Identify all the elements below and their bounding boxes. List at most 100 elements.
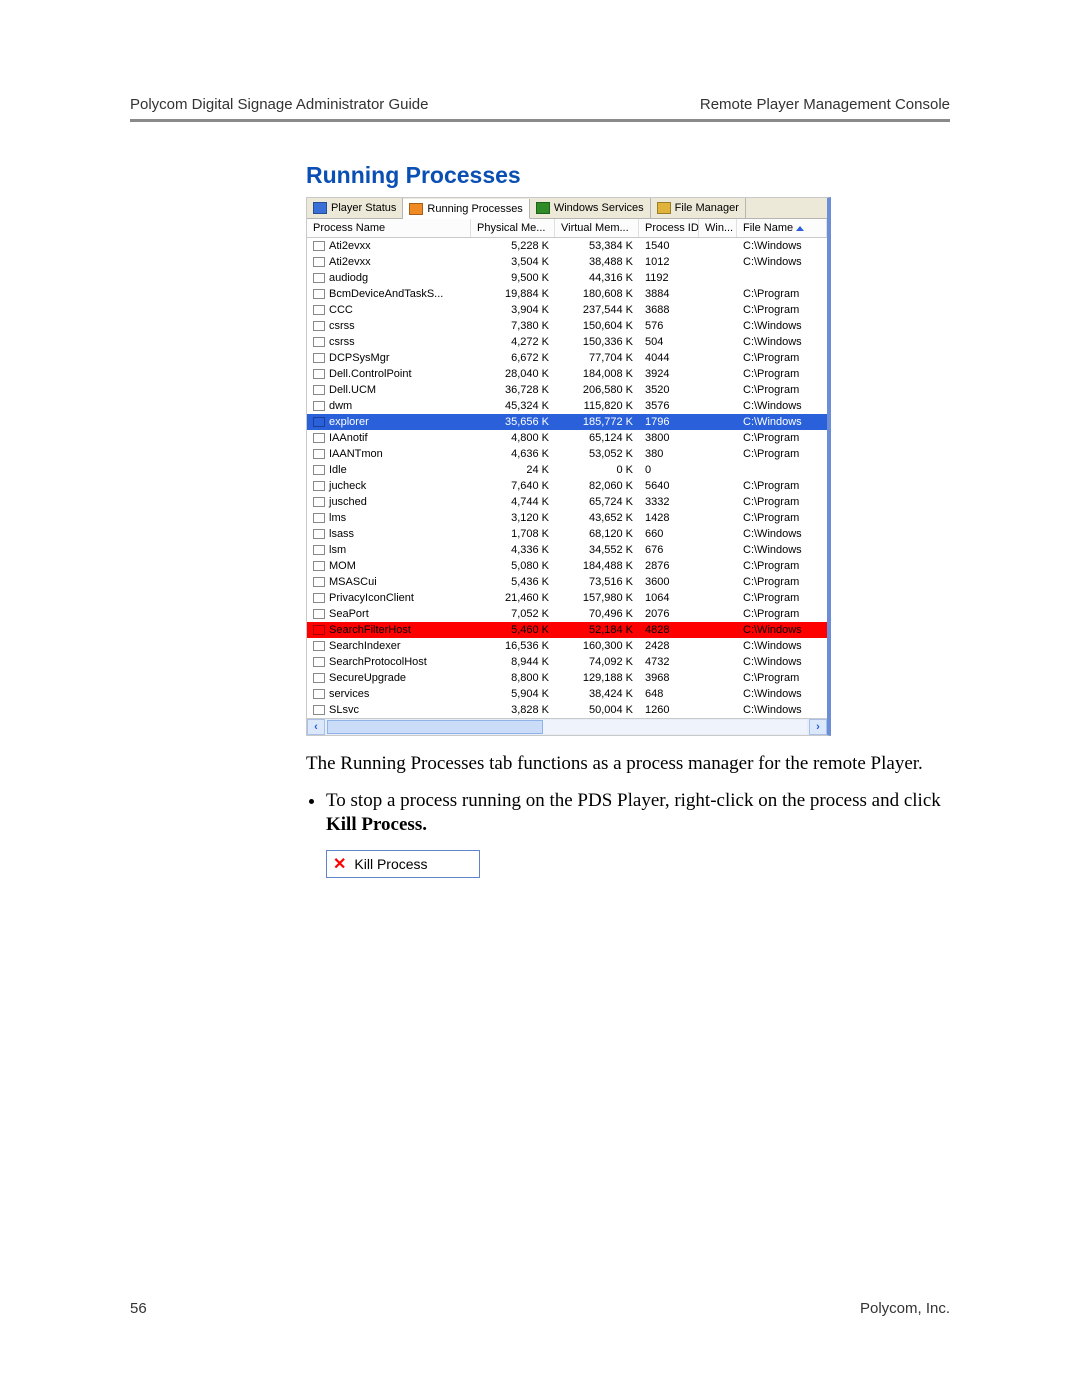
virtual-mem: 74,092 K (555, 654, 639, 670)
physical-mem: 4,636 K (471, 446, 555, 462)
column-headers[interactable]: Process NamePhysical Me...Virtual Mem...… (307, 219, 827, 238)
physical-mem: 7,380 K (471, 318, 555, 334)
virtual-mem: 157,980 K (555, 590, 639, 606)
file-name: C:\Windows (737, 686, 827, 702)
process-icon (313, 241, 325, 251)
column-header[interactable]: Process Name (307, 219, 471, 237)
virtual-mem: 185,772 K (555, 414, 639, 430)
process-name: SearchProtocolHost (329, 654, 427, 670)
physical-mem: 7,640 K (471, 478, 555, 494)
process-id: 1540 (639, 238, 699, 254)
process-row[interactable]: dwm45,324 K115,820 K3576C:\Windows (307, 398, 827, 414)
process-name: SearchIndexer (329, 638, 401, 654)
process-row[interactable]: IAAnotif4,800 K65,124 K3800C:\Program (307, 430, 827, 446)
process-row[interactable]: SLsvc3,828 K50,004 K1260C:\Windows (307, 702, 827, 718)
process-row[interactable]: Idle24 K0 K0 (307, 462, 827, 478)
process-row[interactable]: SearchProtocolHost8,944 K74,092 K4732C:\… (307, 654, 827, 670)
process-row[interactable]: Dell.ControlPoint28,040 K184,008 K3924C:… (307, 366, 827, 382)
process-row[interactable]: Ati2evxx5,228 K53,384 K1540C:\Windows (307, 238, 827, 254)
physical-mem: 45,324 K (471, 398, 555, 414)
file-name: C:\Program (737, 494, 827, 510)
process-row[interactable]: SecureUpgrade8,800 K129,188 K3968C:\Prog… (307, 670, 827, 686)
process-id: 4732 (639, 654, 699, 670)
win-col (699, 286, 737, 302)
column-header[interactable]: Physical Me... (471, 219, 555, 237)
process-row[interactable]: csrss4,272 K150,336 K504C:\Windows (307, 334, 827, 350)
win-col (699, 622, 737, 638)
win-col (699, 270, 737, 286)
process-row[interactable]: explorer35,656 K185,772 K1796C:\Windows (307, 414, 827, 430)
process-icon (313, 481, 325, 491)
process-row[interactable]: services5,904 K38,424 K648C:\Windows (307, 686, 827, 702)
column-header[interactable]: Process ID (639, 219, 699, 237)
kill-process-menu-item[interactable]: ✕ Kill Process (326, 850, 480, 878)
physical-mem: 4,272 K (471, 334, 555, 350)
process-icon (313, 625, 325, 635)
process-row[interactable]: CCC3,904 K237,544 K3688C:\Program (307, 302, 827, 318)
process-row[interactable]: audiodg9,500 K44,316 K1192 (307, 270, 827, 286)
tab-player-status[interactable]: Player Status (307, 198, 403, 218)
process-row[interactable]: PrivacyIconClient21,460 K157,980 K1064C:… (307, 590, 827, 606)
process-icon (313, 305, 325, 315)
process-row[interactable]: lsass1,708 K68,120 K660C:\Windows (307, 526, 827, 542)
scroll-track[interactable] (327, 720, 807, 734)
win-col (699, 366, 737, 382)
process-row[interactable]: Ati2evxx3,504 K38,488 K1012C:\Windows (307, 254, 827, 270)
process-row[interactable]: SearchFilterHost5,460 K52,184 K4828C:\Wi… (307, 622, 827, 638)
process-row[interactable]: MOM5,080 K184,488 K2876C:\Program (307, 558, 827, 574)
process-name: lsm (329, 542, 346, 558)
process-row[interactable]: MSASCui5,436 K73,516 K3600C:\Program (307, 574, 827, 590)
tab-windows-services[interactable]: Windows Services (530, 198, 651, 218)
win-col (699, 558, 737, 574)
column-header[interactable]: Win... (699, 219, 737, 237)
process-name: audiodg (329, 270, 368, 286)
process-id: 576 (639, 318, 699, 334)
win-col (699, 590, 737, 606)
process-id: 1260 (639, 702, 699, 718)
win-col (699, 462, 737, 478)
process-row[interactable]: jucheck7,640 K82,060 K5640C:\Program (307, 478, 827, 494)
process-row[interactable]: IAANTmon4,636 K53,052 K380C:\Program (307, 446, 827, 462)
process-icon (313, 289, 325, 299)
process-row[interactable]: jusched4,744 K65,724 K3332C:\Program (307, 494, 827, 510)
win-col (699, 638, 737, 654)
process-icon (313, 273, 325, 283)
process-row[interactable]: lms3,120 K43,652 K1428C:\Program (307, 510, 827, 526)
process-icon (313, 497, 325, 507)
win-col (699, 398, 737, 414)
process-name: Dell.ControlPoint (329, 366, 412, 382)
process-icon (313, 449, 325, 459)
process-row[interactable]: SearchIndexer16,536 K160,300 K2428C:\Win… (307, 638, 827, 654)
virtual-mem: 150,604 K (555, 318, 639, 334)
virtual-mem: 53,052 K (555, 446, 639, 462)
scroll-left-button[interactable]: ‹ (307, 719, 325, 735)
tab-running-processes[interactable]: Running Processes (403, 199, 529, 219)
physical-mem: 21,460 K (471, 590, 555, 606)
column-header[interactable]: File Name (737, 219, 827, 237)
tab-file-manager[interactable]: File Manager (651, 198, 746, 218)
process-row[interactable]: DCPSysMgr6,672 K77,704 K4044C:\Program (307, 350, 827, 366)
virtual-mem: 65,724 K (555, 494, 639, 510)
horizontal-scrollbar[interactable]: ‹ › (307, 718, 827, 735)
win-col (699, 542, 737, 558)
tab-label: Player Status (331, 202, 396, 214)
process-row[interactable]: BcmDeviceAndTaskS...19,884 K180,608 K388… (307, 286, 827, 302)
process-row[interactable]: SeaPort7,052 K70,496 K2076C:\Program (307, 606, 827, 622)
process-name: csrss (329, 318, 355, 334)
process-row[interactable]: lsm4,336 K34,552 K676C:\Windows (307, 542, 827, 558)
process-icon (313, 401, 325, 411)
scroll-thumb[interactable] (327, 720, 543, 734)
virtual-mem: 52,184 K (555, 622, 639, 638)
tab-label: Running Processes (427, 203, 522, 215)
virtual-mem: 50,004 K (555, 702, 639, 718)
process-list[interactable]: Ati2evxx5,228 K53,384 K1540C:\WindowsAti… (307, 238, 827, 718)
process-icon (313, 337, 325, 347)
column-header[interactable]: Virtual Mem... (555, 219, 639, 237)
process-icon (313, 545, 325, 555)
process-row[interactable]: csrss7,380 K150,604 K576C:\Windows (307, 318, 827, 334)
virtual-mem: 180,608 K (555, 286, 639, 302)
file-name: C:\Program (737, 478, 827, 494)
scroll-right-button[interactable]: › (809, 719, 827, 735)
process-row[interactable]: Dell.UCM36,728 K206,580 K3520C:\Program (307, 382, 827, 398)
physical-mem: 28,040 K (471, 366, 555, 382)
